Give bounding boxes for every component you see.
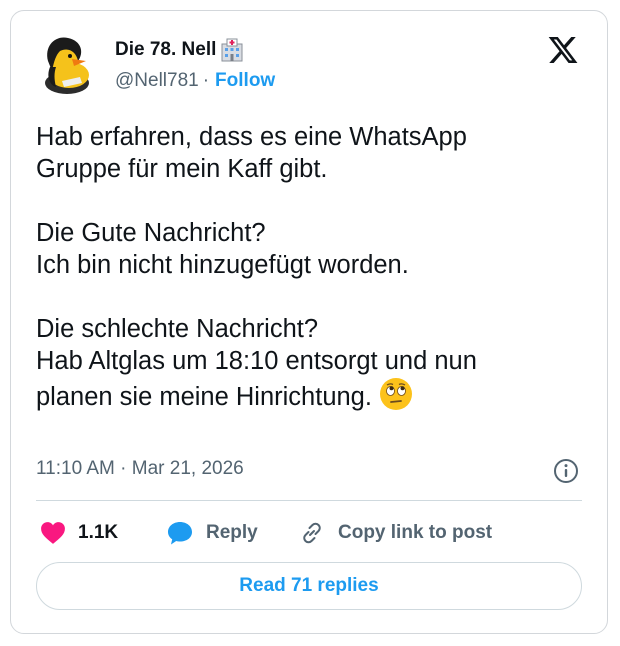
divider bbox=[36, 500, 582, 501]
author-handle[interactable]: @Nell781 bbox=[115, 70, 199, 92]
reply-button[interactable]: Reply bbox=[166, 518, 258, 548]
x-logo-icon[interactable] bbox=[546, 34, 580, 66]
heart-icon bbox=[41, 522, 65, 544]
tweet-line: Die Gute Nachricht? bbox=[36, 219, 266, 247]
tweet-timestamp[interactable]: 11:10 AM · Mar 21, 2026 bbox=[36, 458, 244, 480]
read-replies-label: Read 71 replies bbox=[239, 575, 379, 596]
action-bar: 1.1K Reply Copy link to post bbox=[36, 518, 582, 548]
tweet-line: Die schlechte Nachricht? bbox=[36, 315, 319, 343]
tweet-line: Ich bin nicht hinzugefügt worden. bbox=[36, 251, 409, 279]
read-replies-button[interactable]: Read 71 replies bbox=[36, 562, 582, 610]
copy-link-button[interactable]: Copy link to post bbox=[298, 518, 492, 548]
tweet-text: Hab erfahren, dass es eine WhatsApp Grup… bbox=[36, 121, 576, 413]
reply-label: Reply bbox=[206, 522, 258, 543]
tweet-line: Gruppe für mein Kaff gibt. bbox=[36, 155, 328, 183]
link-icon bbox=[303, 522, 321, 544]
follow-link[interactable]: Follow bbox=[215, 70, 275, 92]
separator-dot: · bbox=[202, 70, 210, 91]
tweet-paragraph: Hab erfahren, dass es eine WhatsApp Grup… bbox=[36, 121, 576, 185]
copy-link-label: Copy link to post bbox=[338, 522, 493, 543]
tweet-paragraph: Die schlechte Nachricht? Hab Altglas um … bbox=[36, 313, 576, 413]
like-count: 1.1K bbox=[78, 522, 119, 543]
author-name-text[interactable]: Die 78. Nell bbox=[115, 39, 216, 61]
like-button[interactable]: 1.1K bbox=[40, 518, 118, 548]
hospital-icon bbox=[221, 38, 243, 62]
author-handle-row: @Nell781 · Follow bbox=[115, 70, 275, 92]
tweet-line: Hab Altglas um 18:10 entsorgt und nun bbox=[36, 347, 477, 375]
tweet-line: planen sie meine Hinrichtung. bbox=[36, 383, 372, 411]
info-icon[interactable] bbox=[553, 458, 579, 484]
tweet-line: Hab erfahren, dass es eine WhatsApp bbox=[36, 123, 467, 151]
speech-bubble-icon bbox=[168, 522, 192, 545]
eye-roll-emoji bbox=[380, 378, 413, 410]
tweet-paragraph: Die Gute Nachricht? Ich bin nicht hinzug… bbox=[36, 217, 576, 281]
author-name[interactable]: Die 78. Nell bbox=[115, 38, 245, 62]
rubber-duck-avatar[interactable] bbox=[34, 31, 100, 97]
